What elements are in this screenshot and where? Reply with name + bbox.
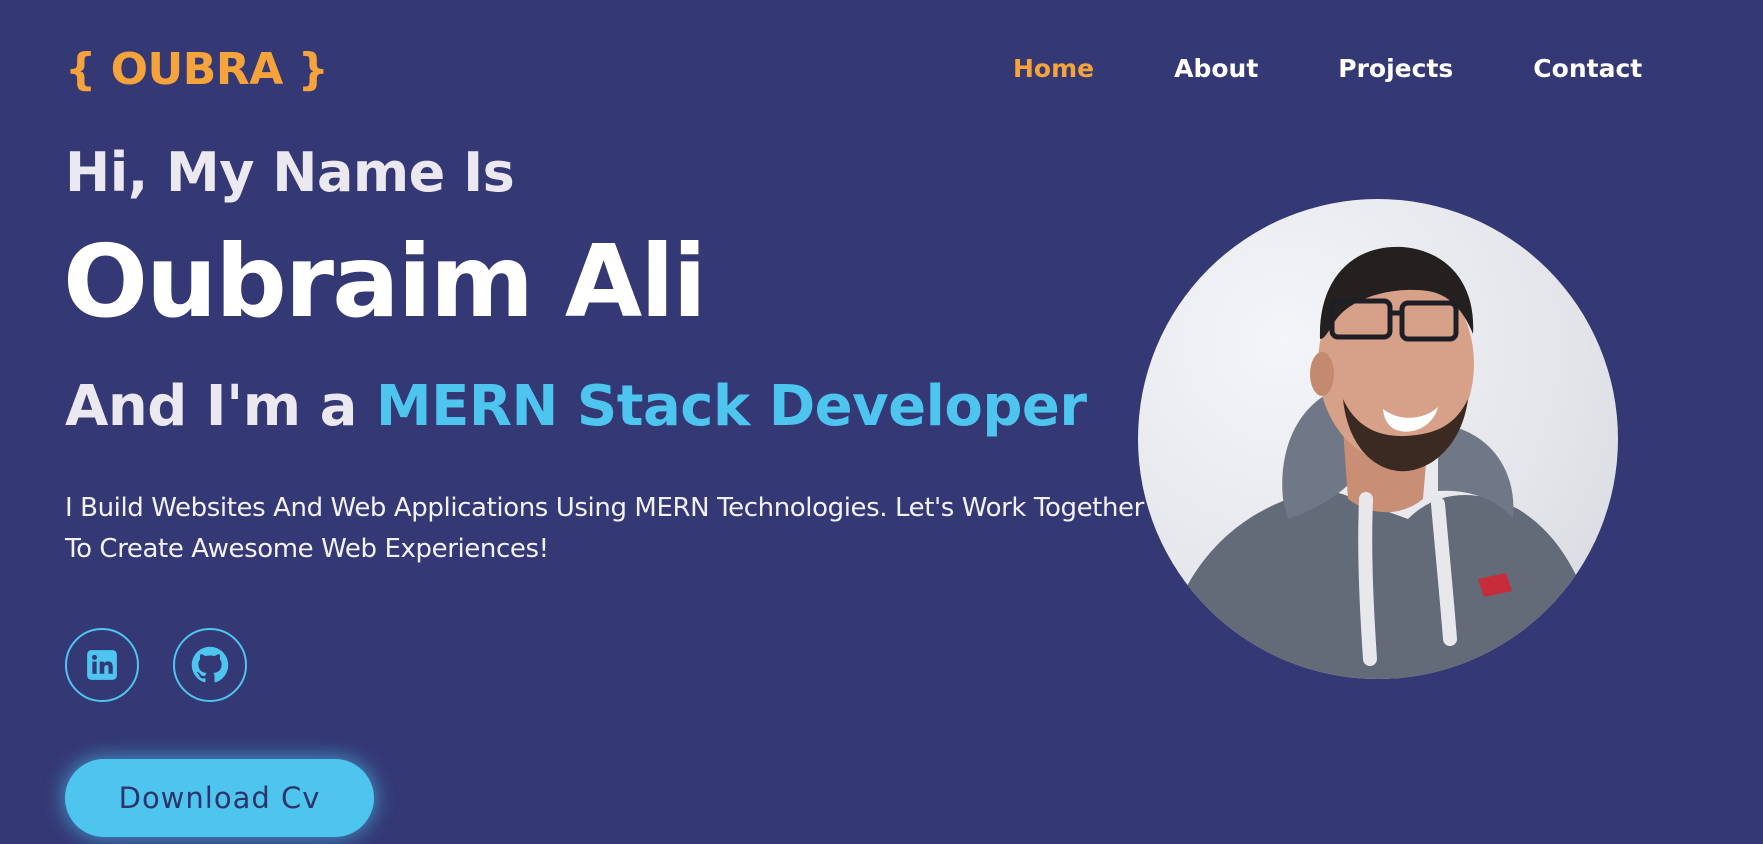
linkedin-icon	[87, 650, 117, 680]
nav-about[interactable]: About	[1174, 50, 1258, 88]
linkedin-link[interactable]	[65, 628, 139, 702]
hero-description: I Build Websites And Web Applications Us…	[65, 493, 1144, 564]
social-links	[65, 628, 247, 702]
github-icon	[191, 646, 229, 683]
hero-role: And I'm a MERN Stack Developer	[65, 372, 1087, 442]
role-highlight: MERN Stack Developer	[375, 374, 1087, 439]
portrait-illustration	[1158, 246, 1608, 679]
nav-contact[interactable]: Contact	[1533, 50, 1642, 88]
nav-home[interactable]: Home	[1013, 50, 1094, 88]
download-cv-button[interactable]: Download Cv	[65, 759, 374, 837]
nav-projects[interactable]: Projects	[1338, 50, 1453, 88]
hero-greeting: Hi, My Name Is	[65, 141, 515, 204]
github-link[interactable]	[173, 628, 247, 702]
site-logo[interactable]: { OUBRA }	[65, 42, 329, 98]
main-nav: Home About Projects Contact	[1013, 50, 1642, 88]
profile-photo	[1138, 199, 1618, 679]
role-prefix: And I'm a	[65, 374, 376, 439]
hero-name: Oubraim Ali	[63, 223, 707, 340]
